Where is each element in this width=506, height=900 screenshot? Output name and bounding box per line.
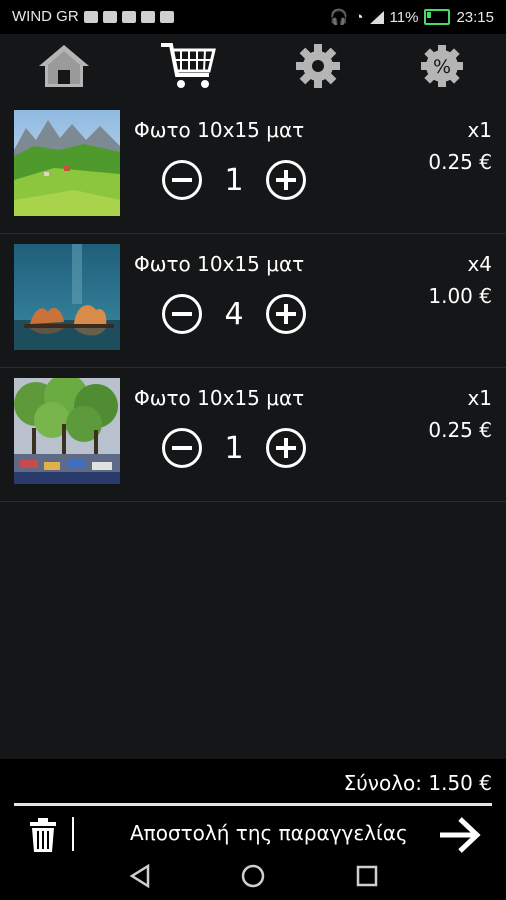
- photo-thumbnail[interactable]: [14, 378, 120, 484]
- battery-icon: [424, 9, 451, 25]
- cart-button[interactable]: [158, 40, 218, 92]
- item-price: 0.25 €: [428, 418, 492, 442]
- send-order-label[interactable]: Αποστολή της παραγγελίας: [130, 821, 408, 845]
- quantity-value: 1: [224, 162, 244, 198]
- clock: 23:15: [456, 8, 494, 26]
- clear-cart-button[interactable]: [26, 817, 60, 857]
- cloud-icon: [83, 10, 98, 23]
- headphones-icon: 🎧: [329, 9, 349, 26]
- item-price: 0.25 €: [428, 150, 492, 174]
- wifi-icon: ◔: [354, 8, 364, 26]
- recents-icon: [356, 865, 378, 887]
- settings-button[interactable]: [288, 40, 348, 92]
- bottom-bar: Σύνολο: 1.50 € Αποστολή της παραγγελίας: [0, 759, 506, 900]
- gear-icon: [296, 44, 340, 88]
- divider: [14, 803, 492, 806]
- system-nav-bar: [0, 859, 506, 895]
- quantity-stepper: 1: [162, 158, 306, 202]
- minus-icon: [172, 178, 192, 182]
- minus-icon: [172, 446, 192, 450]
- photo-thumbnail[interactable]: [14, 244, 120, 350]
- increase-button[interactable]: [266, 160, 306, 200]
- youtube-icon: [102, 10, 117, 23]
- plus-icon-bar: [284, 304, 288, 324]
- quantity-stepper: 1: [162, 426, 306, 470]
- item-multiplier: x1: [467, 386, 492, 410]
- trash-icon: [30, 818, 56, 852]
- nav-recents-button[interactable]: [354, 863, 380, 893]
- cart-item[interactable]: Φωτο 10x15 ματ 4 x4 1.00 €: [0, 234, 506, 368]
- back-icon: [129, 863, 150, 889]
- cart-item[interactable]: Φωτο 10x15 ματ 1 x1 0.25 €: [0, 368, 506, 502]
- nav-back-button[interactable]: [128, 863, 154, 893]
- top-toolbar: %: [0, 34, 506, 100]
- quantity-stepper: 4: [162, 292, 306, 336]
- cart-icon: [161, 43, 216, 88]
- carrier-label: WIND GR: [12, 8, 79, 25]
- status-left: WIND GR: [12, 8, 174, 25]
- item-name: Φωτο 10x15 ματ: [134, 386, 305, 410]
- item-price: 1.00 €: [428, 284, 492, 308]
- decrease-button[interactable]: [162, 428, 202, 468]
- home-circle-icon: [241, 864, 265, 888]
- status-right: 🎧 ◔ 11% 23:15: [329, 8, 494, 27]
- battery-percent: 11%: [389, 8, 419, 26]
- item-name: Φωτο 10x15 ματ: [134, 252, 305, 276]
- status-bar: WIND GR 🎧 ◔ 11% 23:15: [0, 0, 506, 34]
- signal-icon: [369, 10, 384, 24]
- cart-list: Φωτο 10x15 ματ 1 x1 0.25 € Φωτο 10x15 μα…: [0, 100, 506, 502]
- quantity-value: 1: [224, 430, 244, 466]
- item-name: Φωτο 10x15 ματ: [134, 118, 305, 142]
- discount-button[interactable]: %: [412, 40, 472, 92]
- item-multiplier: x4: [467, 252, 492, 276]
- increase-button[interactable]: [266, 428, 306, 468]
- quantity-value: 4: [224, 296, 244, 332]
- discount-symbol: %: [433, 56, 451, 78]
- nav-home-button[interactable]: [240, 863, 266, 893]
- item-multiplier: x1: [467, 118, 492, 142]
- plus-icon-bar: [284, 438, 288, 458]
- photo-thumbnail[interactable]: [14, 110, 120, 216]
- plus-icon-bar: [284, 170, 288, 190]
- increase-button[interactable]: [266, 294, 306, 334]
- cart-item[interactable]: Φωτο 10x15 ματ 1 x1 0.25 €: [0, 100, 506, 234]
- order-total: Σύνολο: 1.50 €: [343, 771, 492, 795]
- discount-icon: %: [421, 45, 463, 87]
- minus-icon: [172, 312, 192, 316]
- message-icon: [159, 10, 174, 23]
- separator: [72, 817, 74, 851]
- decrease-button[interactable]: [162, 294, 202, 334]
- home-icon: [39, 45, 89, 87]
- send-order-button[interactable]: [438, 815, 482, 859]
- home-button[interactable]: [34, 40, 94, 92]
- decrease-button[interactable]: [162, 160, 202, 200]
- iv-icon: [140, 10, 155, 23]
- arrow-right-icon: [440, 817, 481, 853]
- app-icon: [121, 10, 136, 23]
